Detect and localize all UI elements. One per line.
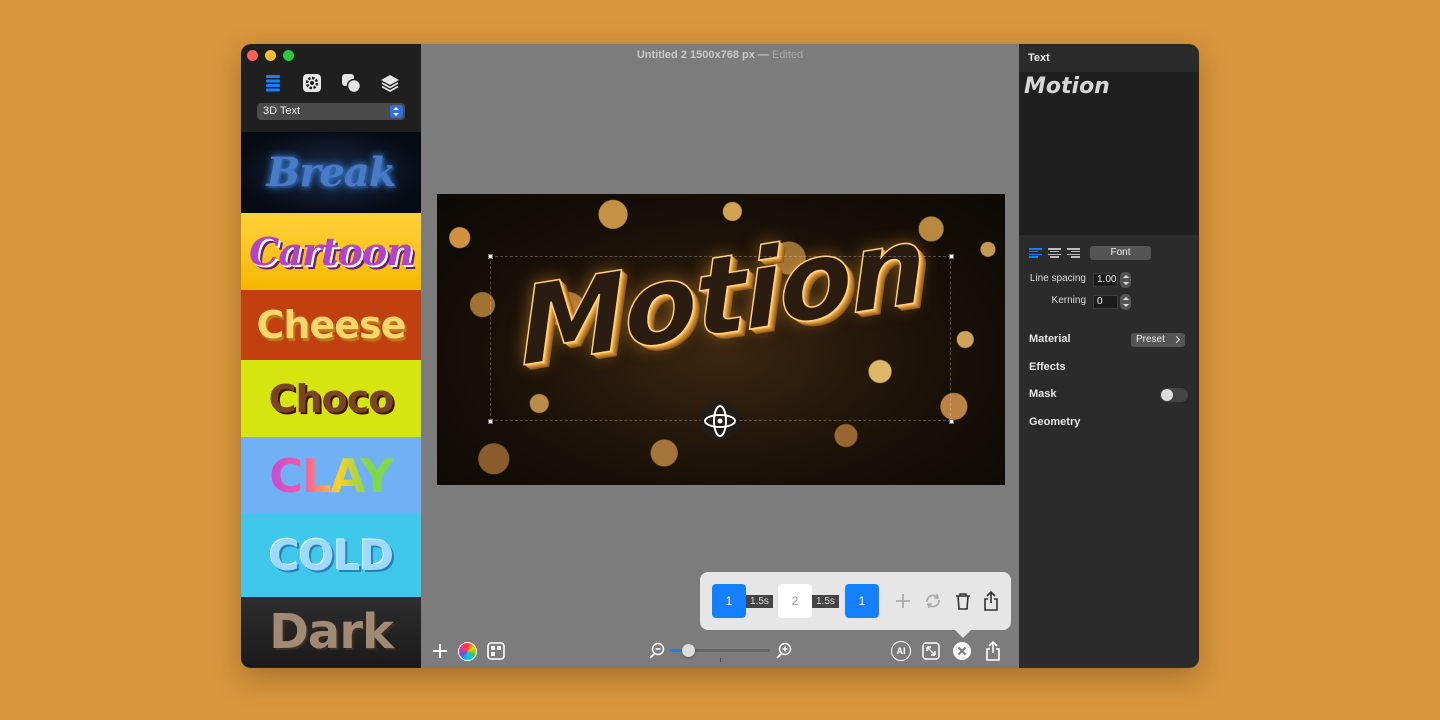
resize-handle-top-right[interactable]: [949, 254, 954, 259]
zoom-slider[interactable]: [670, 644, 770, 657]
selection-box: [490, 256, 951, 421]
line-spacing-stepper[interactable]: [1120, 272, 1131, 288]
resize-handle-bottom-left[interactable]: [488, 419, 493, 424]
sidebar-toolbar: [241, 71, 421, 95]
material-preset-button[interactable]: Preset: [1131, 333, 1185, 347]
align-center-icon[interactable]: [1048, 248, 1061, 258]
keyframe-2[interactable]: 2: [778, 584, 812, 618]
line-spacing-label: Line spacing: [1029, 273, 1086, 284]
share-icon: [984, 591, 998, 611]
line-spacing-field[interactable]: 1.00: [1093, 273, 1118, 287]
style-tile-label: COLD: [268, 531, 394, 580]
zoom-window-button[interactable]: [283, 50, 294, 61]
inspector-panel: Text Motion Font Line spacing 1.00 Kerni…: [1019, 44, 1199, 668]
keyframe-1[interactable]: 1: [712, 584, 746, 618]
trash-icon: [956, 593, 970, 610]
gear-icon[interactable]: [300, 71, 324, 95]
style-tile-label: Break: [266, 149, 397, 196]
close-circle-icon: [953, 642, 971, 660]
color-picker-button[interactable]: [456, 640, 478, 662]
document-name: Untitled 2 1500x768 px: [636, 49, 755, 61]
style-list: Break Cartoon Cheese Choco CLAY COLD Dar…: [241, 132, 421, 667]
geometry-section[interactable]: Geometry: [1029, 416, 1080, 428]
window-controls: [247, 50, 294, 61]
kerning-label: Kerning: [1051, 295, 1086, 306]
loop-icon: [926, 593, 940, 609]
shapes-icon[interactable]: [339, 71, 363, 95]
text-input-value: Motion: [1024, 74, 1110, 99]
close-window-button[interactable]: [247, 50, 258, 61]
document-status: Edited: [771, 49, 804, 61]
ai-button[interactable]: AI: [890, 640, 912, 662]
delete-keyframe-button[interactable]: [952, 590, 974, 612]
style-tile-break[interactable]: Break: [241, 132, 421, 213]
style-tile-label: CLAY: [269, 448, 394, 503]
effects-section[interactable]: Effects: [1029, 361, 1066, 373]
title-separator: —: [757, 49, 769, 61]
duration-2[interactable]: 1.5s: [812, 595, 839, 608]
keyframe-3[interactable]: 1: [845, 584, 879, 618]
add-keyframe-button[interactable]: [892, 590, 914, 612]
chevron-updown-icon: [390, 105, 403, 118]
zoom-in-icon: [776, 642, 792, 659]
document-title: Untitled 2 1500x768 px — Edited: [421, 49, 1019, 61]
zoom-in-button[interactable]: [773, 640, 795, 662]
zoom-out-icon: [649, 642, 665, 659]
sidebar: 3D Text Break Cartoon Cheese Choco CLAY …: [241, 44, 421, 668]
duration-1[interactable]: 1.5s: [746, 595, 773, 608]
category-select-value: 3D Text: [263, 105, 301, 117]
material-section[interactable]: Material: [1029, 333, 1071, 345]
mask-toggle[interactable]: [1160, 388, 1188, 402]
preset-button-label: Preset: [1136, 334, 1165, 345]
resize-handle-top-left[interactable]: [488, 254, 493, 259]
style-tile-dark[interactable]: Dark: [241, 597, 421, 667]
mask-toggle-knob: [1161, 389, 1173, 401]
text-input-area[interactable]: Motion: [1019, 72, 1199, 235]
kerning-field[interactable]: 0: [1093, 295, 1118, 309]
close-timeline-button[interactable]: [951, 640, 973, 662]
app-window: 3D Text Break Cartoon Cheese Choco CLAY …: [241, 44, 1199, 668]
style-tile-clay[interactable]: CLAY: [241, 437, 421, 514]
share-icon: [986, 641, 1000, 661]
style-tile-cartoon[interactable]: Cartoon: [241, 213, 421, 290]
minimize-window-button[interactable]: [265, 50, 276, 61]
mask-section: Mask: [1029, 388, 1057, 400]
resize-icon: [922, 642, 940, 660]
font-button[interactable]: Font: [1090, 246, 1151, 260]
text-align-group: [1029, 248, 1080, 258]
zoom-slider-knob[interactable]: [682, 644, 695, 657]
style-tile-choco[interactable]: Choco: [241, 360, 421, 437]
layers-icon[interactable]: [378, 71, 402, 95]
export-animation-button[interactable]: [980, 590, 1002, 612]
style-tile-label: Cheese: [256, 303, 407, 347]
align-left-icon[interactable]: [1029, 248, 1042, 258]
zoom-default-tick: [720, 658, 721, 662]
inspector-title: Text: [1028, 52, 1050, 64]
animation-timeline: 1 1.5s 2 1.5s 1: [700, 572, 1011, 638]
rotate-3d-handle[interactable]: [700, 401, 740, 441]
style-tile-cheese[interactable]: Cheese: [241, 290, 421, 360]
plus-icon: [896, 594, 910, 608]
ai-icon: AI: [891, 641, 911, 661]
chevron-right-icon: [1172, 335, 1181, 344]
resize-canvas-button[interactable]: [920, 640, 942, 662]
resize-handle-bottom-right[interactable]: [949, 419, 954, 424]
share-button[interactable]: [982, 640, 1004, 662]
list-icon[interactable]: [261, 71, 285, 95]
zoom-out-button[interactable]: [646, 640, 668, 662]
rotate-3d-icon: [704, 405, 736, 437]
style-tile-label: Cartoon: [249, 229, 414, 274]
style-tile-label: Dark: [269, 604, 394, 660]
plus-icon: [433, 644, 447, 658]
add-layer-button[interactable]: [429, 640, 451, 662]
style-tile-cold[interactable]: COLD: [241, 514, 421, 597]
loop-button[interactable]: [922, 590, 944, 612]
templates-button[interactable]: [485, 640, 507, 662]
kerning-stepper[interactable]: [1120, 294, 1131, 310]
align-right-icon[interactable]: [1067, 248, 1080, 258]
color-wheel-icon: [457, 641, 477, 661]
style-tile-label: Choco: [268, 376, 395, 421]
grid-icon: [487, 642, 505, 660]
category-select[interactable]: 3D Text: [257, 103, 405, 120]
